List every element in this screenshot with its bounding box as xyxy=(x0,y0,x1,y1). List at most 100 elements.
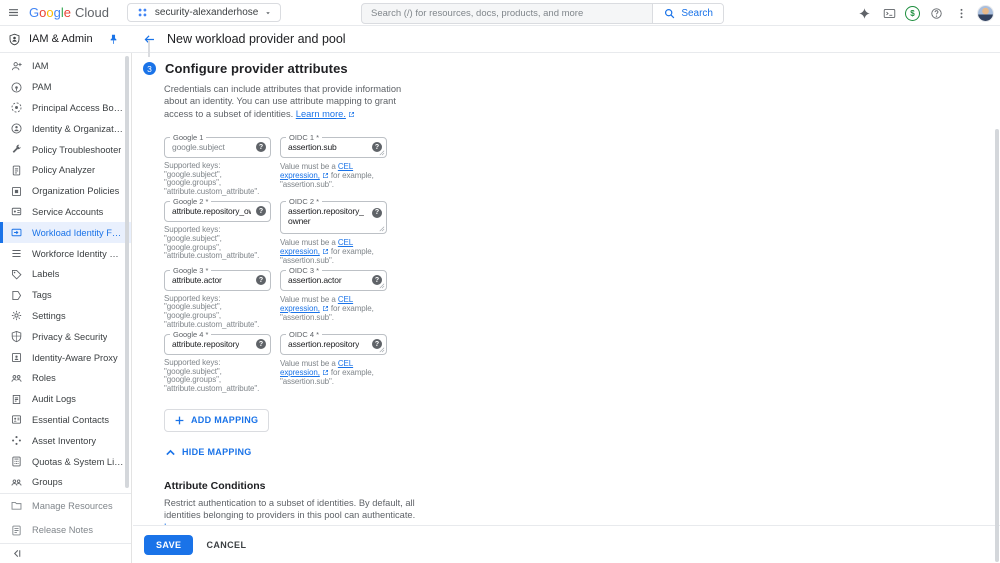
chevron-up-icon xyxy=(164,446,177,459)
supported-keys-helper: Supported keys: "google.subject", "googl… xyxy=(164,293,260,329)
sidebar-item[interactable]: Workload Identity Federation xyxy=(0,222,131,244)
sidebar-item[interactable]: Principal Access Boundary xyxy=(0,98,131,119)
sidebar-item[interactable]: Identity-Aware Proxy xyxy=(0,347,131,368)
sidebar-item[interactable]: Quotas & System Limits xyxy=(0,451,131,472)
sidebar-item[interactable]: Asset Inventory xyxy=(0,430,131,451)
collapse-nav-icon[interactable] xyxy=(8,545,24,561)
external-link-icon xyxy=(322,305,329,312)
supported-keys-helper: Supported keys: "google.subject", "googl… xyxy=(164,160,260,197)
iam-admin-shield-icon xyxy=(8,33,21,46)
add-mapping-button[interactable]: ADD MAPPING xyxy=(164,408,270,432)
sidebar-item-icon xyxy=(10,143,23,156)
search-button[interactable]: Search xyxy=(652,4,723,23)
google-field-label: Google 4 * xyxy=(170,329,212,339)
sidebar-item-icon xyxy=(10,372,23,385)
app-bar: Google Cloud security-alexanderhose Sear… xyxy=(0,0,1000,26)
sidebar-item[interactable]: Service Accounts xyxy=(0,202,131,223)
sidebar-item-label: Workload Identity Federation xyxy=(32,227,124,238)
iam-admin-header: IAM & Admin xyxy=(0,26,132,52)
oidc-attribute-field[interactable]: OIDC 3 * assertion.actor ? xyxy=(280,265,387,291)
sidebar-item[interactable]: Policy Troubleshooter xyxy=(0,139,131,160)
gemini-icon[interactable] xyxy=(855,4,873,22)
external-link-icon xyxy=(348,111,355,118)
sidebar-item[interactable]: Privacy & Security xyxy=(0,326,131,347)
sidebar-item-label: Organization Policies xyxy=(32,186,120,197)
help-question-icon[interactable]: ? xyxy=(256,142,266,153)
sidebar-item[interactable]: Groups xyxy=(0,472,131,493)
search-input[interactable] xyxy=(362,4,653,23)
sidebar-item[interactable]: Settings xyxy=(0,306,131,327)
sidebar-item[interactable]: IAM xyxy=(0,56,131,77)
save-button[interactable]: SAVE xyxy=(144,534,194,555)
google-column: Google 4 * attribute.repository ? Suppor… xyxy=(164,329,271,394)
help-question-icon[interactable]: ? xyxy=(256,206,266,217)
learn-more-link[interactable]: Learn more. xyxy=(296,109,346,119)
oidc-field-value: assertion.repository_owner xyxy=(288,205,364,227)
sidebar-item-label: Principal Access Boundary xyxy=(32,102,124,113)
google-field-label: Google 2 * xyxy=(170,196,212,206)
hide-mapping-button[interactable]: HIDE MAPPING xyxy=(164,446,252,459)
sidebar-item-icon xyxy=(10,524,23,537)
sidebar-item[interactable]: Essential Contacts xyxy=(0,410,131,431)
pin-icon[interactable] xyxy=(107,33,120,46)
help-question-icon[interactable]: ? xyxy=(372,207,382,218)
sidebar-item[interactable]: PAM xyxy=(0,77,131,98)
sidebar-item-icon xyxy=(10,268,23,281)
sidebar-item[interactable]: Policy Analyzer xyxy=(0,160,131,181)
more-options-icon[interactable] xyxy=(952,4,970,22)
google-cloud-logo[interactable]: Google Cloud xyxy=(29,5,109,20)
sidebar-item-icon xyxy=(10,81,23,94)
external-link-icon xyxy=(322,248,329,255)
help-question-icon[interactable]: ? xyxy=(256,339,266,350)
sidebar-item[interactable]: Workforce Identity Federation xyxy=(0,243,131,264)
sidebar: IAM PAM Principal Access Boundary Identi… xyxy=(0,53,132,563)
sidebar-item[interactable]: Labels xyxy=(0,264,131,285)
account-avatar[interactable] xyxy=(977,4,994,22)
sidebar-item-icon xyxy=(10,205,23,218)
oidc-attribute-field[interactable]: OIDC 1 * assertion.sub ? xyxy=(280,132,387,158)
google-field-label: Google 3 * xyxy=(170,265,212,275)
sidebar-item[interactable]: Organization Policies xyxy=(0,181,131,202)
resize-handle-icon[interactable] xyxy=(378,282,385,289)
google-attribute-field[interactable]: Google 2 * attribute.repository_owner ? xyxy=(164,196,271,222)
project-name: security-alexanderhose xyxy=(154,7,259,18)
main-scrollbar[interactable] xyxy=(995,129,999,562)
resize-handle-icon[interactable] xyxy=(378,346,385,353)
oidc-attribute-field[interactable]: OIDC 2 * assertion.repository_owner ? xyxy=(280,196,387,234)
sidebar-item[interactable]: Tags xyxy=(0,285,131,306)
help-icon[interactable] xyxy=(927,4,945,22)
google-attribute-field[interactable]: Google 3 * attribute.actor ? xyxy=(164,265,271,291)
google-attribute-field[interactable]: Google 4 * attribute.repository ? xyxy=(164,329,271,355)
resize-handle-icon[interactable] xyxy=(378,225,385,232)
cloud-shell-icon[interactable] xyxy=(880,4,898,22)
sidebar-item-label: Essential Contacts xyxy=(32,414,109,425)
sidebar-item-label: Quotas & System Limits xyxy=(32,456,124,467)
back-arrow-icon[interactable] xyxy=(143,33,156,46)
oidc-attribute-field[interactable]: OIDC 4 * assertion.repository ? xyxy=(280,329,387,355)
sidebar-item-label: Identity & Organization xyxy=(32,123,124,134)
project-selector[interactable]: security-alexanderhose xyxy=(126,3,282,22)
billing-credit-badge[interactable]: $ xyxy=(905,5,920,21)
google-field-value: attribute.actor xyxy=(172,274,222,285)
sidebar-item[interactable]: Audit Logs xyxy=(0,389,131,410)
help-question-icon[interactable]: ? xyxy=(256,275,266,286)
sidebar-scrollbar[interactable] xyxy=(125,56,129,488)
hamburger-menu-icon[interactable] xyxy=(0,0,26,26)
sidebar-item-label: Privacy & Security xyxy=(32,331,108,342)
resize-handle-icon[interactable] xyxy=(378,149,385,156)
mapping-row: Google 4 * attribute.repository ? Suppor… xyxy=(164,329,992,394)
sidebar-item[interactable]: Identity & Organization xyxy=(0,118,131,139)
oidc-column: OIDC 3 * assertion.actor ? Value must be… xyxy=(280,265,387,330)
cancel-button[interactable]: CANCEL xyxy=(206,540,246,550)
google-attribute-field[interactable]: Google 1 google.subject ? xyxy=(164,132,271,158)
sidebar-item[interactable]: Release Notes xyxy=(0,518,131,543)
form-footer: SAVE CANCEL xyxy=(133,525,1000,563)
sidebar-item-icon xyxy=(10,122,23,135)
section-title: IAM & Admin xyxy=(29,33,93,45)
sidebar-item[interactable]: Roles xyxy=(0,368,131,389)
google-column: Google 1 google.subject ? Supported keys… xyxy=(164,132,271,197)
global-search: Search xyxy=(361,3,724,24)
oidc-column: OIDC 4 * assertion.repository ? Value mu… xyxy=(280,329,387,394)
sidebar-item-label: Policy Analyzer xyxy=(32,165,96,176)
sidebar-item[interactable]: Manage Resources xyxy=(0,492,131,518)
